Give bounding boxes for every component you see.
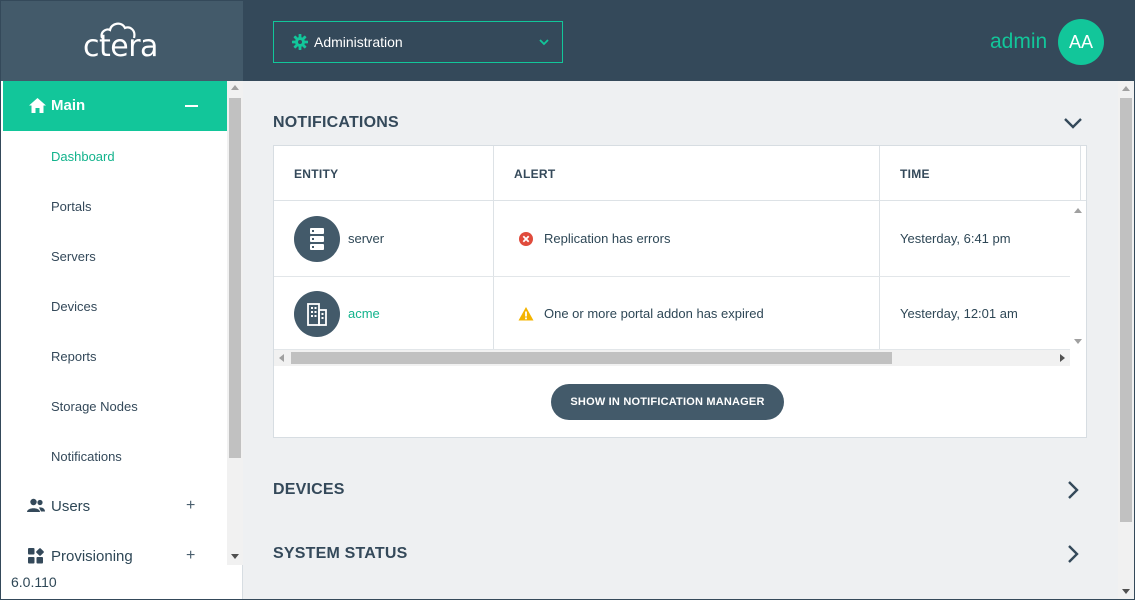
error-icon [519, 232, 533, 246]
chevron-down-icon[interactable] [1063, 113, 1083, 133]
username[interactable]: admin [990, 30, 1047, 54]
gear-icon [292, 34, 308, 50]
sidebar-group-users[interactable]: Users + [1, 491, 227, 521]
alert-text: One or more portal addon has expired [544, 306, 764, 321]
scroll-down-arrow-icon[interactable] [1122, 589, 1130, 594]
chevron-down-icon [539, 39, 549, 46]
expand-icon[interactable]: + [186, 547, 195, 565]
users-icon [27, 498, 45, 512]
grid-icon [28, 548, 44, 564]
sidebar-item-main[interactable]: Main [3, 81, 227, 131]
notifications-title[interactable]: NOTIFICATIONS [273, 114, 399, 132]
context-selector-label: Administration [314, 34, 403, 50]
sidebar-scrollbar[interactable] [227, 81, 243, 565]
scroll-up-arrow-icon[interactable] [1122, 86, 1130, 91]
alert-time: Yesterday, 6:41 pm [900, 231, 1011, 246]
logo-text: ctera [83, 29, 158, 64]
sidebar: ctera Main Dashboard Portals Servers Dev… [1, 1, 243, 599]
chevron-right-icon[interactable] [1063, 544, 1083, 564]
ctera-logo[interactable]: ctera [83, 22, 173, 67]
table-row[interactable]: acme One or more portal addon has expire… [274, 277, 1070, 350]
context-selector[interactable]: Administration [273, 21, 563, 63]
alert-text: Replication has errors [544, 231, 671, 246]
devices-title[interactable]: DEVICES [273, 481, 345, 499]
expand-icon[interactable]: + [186, 497, 195, 515]
main-content: NOTIFICATIONS ENTITY ALERT TIME server R… [243, 81, 1118, 599]
scroll-down-arrow-icon[interactable] [1074, 339, 1082, 344]
chevron-right-icon[interactable] [1063, 480, 1083, 500]
notifications-table: ENTITY ALERT TIME server Replication has… [274, 146, 1086, 366]
server-icon [310, 228, 324, 250]
main-scrollbar[interactable] [1118, 81, 1134, 599]
entity-avatar [294, 291, 340, 337]
sidebar-item-servers[interactable]: Servers [51, 249, 96, 264]
table-row[interactable]: server Replication has errors Yesterday,… [274, 202, 1070, 277]
scroll-down-arrow-icon[interactable] [231, 554, 239, 559]
app-window: ctera Main Dashboard Portals Servers Dev… [0, 0, 1135, 600]
sidebar-group-provisioning-label: Provisioning [51, 548, 133, 565]
entity-avatar [294, 216, 340, 262]
version-label: 6.0.110 [11, 574, 57, 590]
sidebar-group-provisioning[interactable]: Provisioning + [1, 541, 227, 565]
sidebar-item-main-label: Main [51, 97, 86, 114]
entity-link[interactable]: acme [348, 306, 380, 321]
alert-time: Yesterday, 12:01 am [900, 306, 1018, 321]
scroll-right-arrow-icon[interactable] [1060, 354, 1065, 362]
warning-icon [518, 307, 534, 321]
scroll-left-arrow-icon[interactable] [279, 354, 284, 362]
system-status-title[interactable]: SYSTEM STATUS [273, 545, 407, 563]
building-icon [307, 303, 327, 326]
show-in-notification-manager-button[interactable]: SHOW IN NOTIFICATION MANAGER [551, 384, 784, 420]
avatar[interactable]: AA [1058, 19, 1104, 65]
collapse-icon[interactable] [185, 105, 198, 107]
scroll-up-arrow-icon[interactable] [1074, 208, 1082, 213]
main-scroll-thumb[interactable] [1120, 98, 1132, 522]
entity-name: server [348, 231, 385, 246]
notifications-panel: ENTITY ALERT TIME server Replication has… [273, 145, 1087, 438]
column-header-time[interactable]: TIME [900, 167, 930, 181]
sidebar-item-reports[interactable]: Reports [51, 349, 97, 364]
top-header: Administration admin AA [243, 1, 1134, 81]
column-header-entity[interactable]: ENTITY [294, 167, 338, 181]
sidebar-item-devices[interactable]: Devices [51, 299, 97, 314]
table-hscroll-thumb[interactable] [291, 352, 892, 364]
table-vertical-scrollbar[interactable] [1070, 202, 1086, 350]
home-icon [29, 98, 46, 113]
logo-area: ctera [1, 1, 243, 81]
table-horizontal-scrollbar[interactable] [274, 350, 1070, 366]
scroll-up-arrow-icon[interactable] [231, 85, 239, 90]
column-divider [1080, 146, 1081, 201]
sidebar-scroll-thumb[interactable] [229, 98, 241, 458]
sidebar-item-portals[interactable]: Portals [51, 199, 91, 214]
sidebar-item-dashboard[interactable]: Dashboard [51, 149, 115, 164]
sidebar-nav: Main Dashboard Portals Servers Devices R… [1, 81, 227, 565]
sidebar-group-users-label: Users [51, 498, 91, 515]
table-header: ENTITY ALERT TIME [274, 146, 1086, 201]
sidebar-item-notifications[interactable]: Notifications [51, 449, 122, 464]
sidebar-item-storage-nodes[interactable]: Storage Nodes [51, 399, 138, 414]
column-header-alert[interactable]: ALERT [514, 167, 556, 181]
